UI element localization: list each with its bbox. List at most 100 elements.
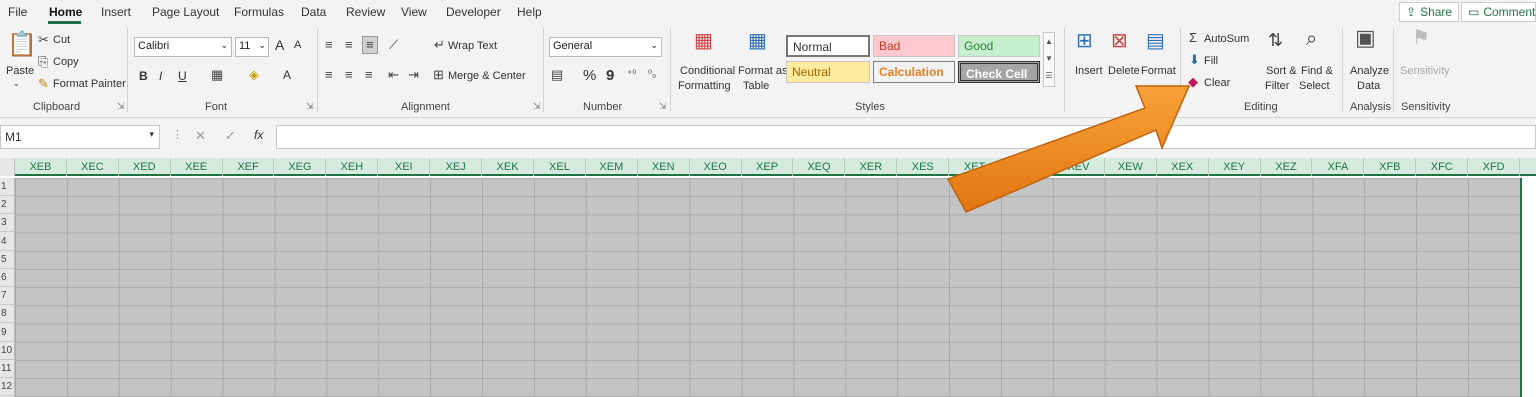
tab-insert[interactable]: Insert — [101, 5, 131, 19]
align-left-icon[interactable]: ≡ — [325, 68, 333, 82]
grow-font-button[interactable]: A — [275, 37, 284, 53]
comments-button[interactable]: ▭ Comments — [1461, 2, 1536, 22]
column-header[interactable]: XFD — [1468, 158, 1521, 176]
column-header[interactable]: XEI — [378, 158, 431, 176]
bold-button[interactable]: B — [139, 69, 148, 83]
style-bad[interactable]: Bad — [873, 35, 955, 57]
wrap-text-button[interactable]: Wrap Text — [448, 40, 497, 52]
orientation-icon[interactable]: ⟋ — [389, 38, 398, 52]
comma-style-button[interactable]: 9 — [606, 67, 614, 84]
cancel-icon[interactable]: ✕ — [195, 128, 206, 144]
format-painter-button[interactable]: Format Painter — [53, 78, 126, 90]
decrease-indent-icon[interactable]: ⇤ — [388, 68, 399, 82]
font-launcher-icon[interactable]: ⇲ — [306, 101, 314, 112]
align-right-icon[interactable]: ≡ — [365, 68, 373, 82]
shrink-font-button[interactable]: A — [294, 39, 301, 51]
row-header[interactable]: 7 — [0, 287, 15, 306]
fill-button[interactable]: Fill — [1204, 55, 1218, 67]
row-header[interactable]: 6 — [0, 269, 15, 287]
insert-function-button[interactable]: fx — [254, 128, 263, 142]
row-header[interactable]: 8 — [0, 305, 15, 324]
conditional-formatting-icon: ▦ — [694, 30, 713, 52]
column-header[interactable]: XEC — [67, 158, 119, 176]
accounting-format-icon[interactable]: ▤ — [551, 68, 563, 82]
align-middle-icon[interactable]: ≡ — [345, 38, 353, 52]
fill-color-icon[interactable]: ◈ — [249, 68, 259, 82]
column-header[interactable]: XEG — [275, 158, 327, 176]
italic-button[interactable]: I — [159, 69, 162, 83]
row-header[interactable]: 12 — [0, 378, 15, 397]
selected-cell-range[interactable] — [15, 178, 1521, 397]
font-color-button[interactable]: A — [283, 68, 291, 82]
font-size-dropdown[interactable]: 11 ⌄ — [235, 37, 269, 57]
arrow-annotation-icon — [946, 85, 1190, 213]
column-header[interactable]: XEF — [223, 158, 275, 176]
column-header[interactable]: XEJ — [430, 158, 483, 176]
tab-home[interactable]: Home — [49, 5, 82, 19]
decrease-decimal-icon[interactable]: ⁰₀ — [648, 68, 656, 82]
select-all-corner[interactable] — [0, 158, 15, 176]
column-header[interactable]: XEQ — [794, 158, 846, 176]
column-header[interactable]: XEH — [326, 158, 379, 176]
style-normal[interactable]: Normal — [786, 35, 870, 57]
column-header[interactable]: XEL — [534, 158, 586, 176]
column-header[interactable]: XER — [845, 158, 898, 176]
paste-label: Paste — [6, 65, 35, 77]
cut-button[interactable]: Cut — [53, 34, 70, 46]
name-box[interactable]: M1 ▾ — [0, 125, 160, 149]
tab-review[interactable]: Review — [346, 5, 385, 19]
column-header[interactable]: XEY — [1209, 158, 1261, 176]
column-header[interactable]: XFB — [1364, 158, 1417, 176]
number-launcher-icon[interactable]: ⇲ — [659, 101, 667, 112]
column-header[interactable]: XEE — [171, 158, 223, 176]
column-header[interactable]: XEM — [586, 158, 638, 176]
clear-button[interactable]: Clear — [1204, 77, 1230, 89]
increase-indent-icon[interactable]: ⇥ — [408, 68, 419, 82]
underline-button[interactable]: U — [178, 69, 187, 83]
column-header[interactable]: XEK — [482, 158, 534, 176]
column-header[interactable]: XFC — [1416, 158, 1469, 176]
tab-view[interactable]: View — [401, 5, 427, 19]
tab-page-layout[interactable]: Page Layout — [152, 5, 219, 19]
row-header[interactable]: 4 — [0, 233, 15, 251]
formula-input[interactable] — [276, 125, 1536, 149]
row-header[interactable]: 5 — [0, 251, 15, 269]
column-header[interactable]: XED — [119, 158, 171, 176]
row-headers: 1 2 3 4 5 6 7 8 9 10 11 12 — [0, 178, 15, 397]
column-header[interactable]: XEP — [742, 158, 794, 176]
tab-developer[interactable]: Developer — [446, 5, 501, 19]
align-bottom-icon[interactable]: ≡ — [362, 36, 378, 54]
style-neutral[interactable]: Neutral — [786, 61, 870, 83]
copy-button[interactable]: Copy — [53, 56, 79, 68]
enter-icon[interactable]: ✓ — [225, 128, 236, 144]
column-header[interactable]: XEZ — [1261, 158, 1313, 176]
autosum-button[interactable]: AutoSum — [1204, 33, 1249, 45]
number-format-dropdown[interactable]: General ⌄ — [549, 37, 662, 57]
tab-file[interactable]: File — [8, 5, 27, 19]
tab-help[interactable]: Help — [517, 5, 542, 19]
merge-center-button[interactable]: Merge & Center — [448, 70, 526, 82]
borders-icon[interactable]: ▦ — [211, 68, 223, 82]
row-header[interactable]: 3 — [0, 214, 15, 233]
row-header[interactable]: 1 — [0, 178, 15, 196]
font-name-dropdown[interactable]: Calibri ⌄ — [134, 37, 232, 57]
align-top-icon[interactable]: ≡ — [325, 38, 333, 52]
column-header[interactable]: XEO — [690, 158, 742, 176]
row-header[interactable]: 11 — [0, 360, 15, 378]
column-header[interactable]: XFA — [1313, 158, 1365, 176]
column-header[interactable]: XEB — [15, 158, 67, 176]
alignment-launcher-icon[interactable]: ⇲ — [533, 101, 541, 112]
tab-data[interactable]: Data — [301, 5, 326, 19]
percent-style-button[interactable]: % — [583, 67, 596, 84]
tab-formulas[interactable]: Formulas — [234, 5, 284, 19]
clipboard-launcher-icon[interactable]: ⇲ — [117, 101, 125, 112]
analyze-data-icon: ▣ — [1355, 25, 1376, 50]
row-header[interactable]: 9 — [0, 324, 15, 342]
share-button[interactable]: ⇪ Share — [1399, 2, 1460, 22]
row-header[interactable]: 2 — [0, 196, 15, 215]
style-good[interactable]: Good — [958, 35, 1040, 57]
column-header[interactable]: XEN — [638, 158, 690, 176]
increase-decimal-icon[interactable]: ⁺⁰ — [627, 68, 636, 82]
row-header[interactable]: 10 — [0, 342, 15, 360]
align-center-icon[interactable]: ≡ — [345, 68, 353, 82]
